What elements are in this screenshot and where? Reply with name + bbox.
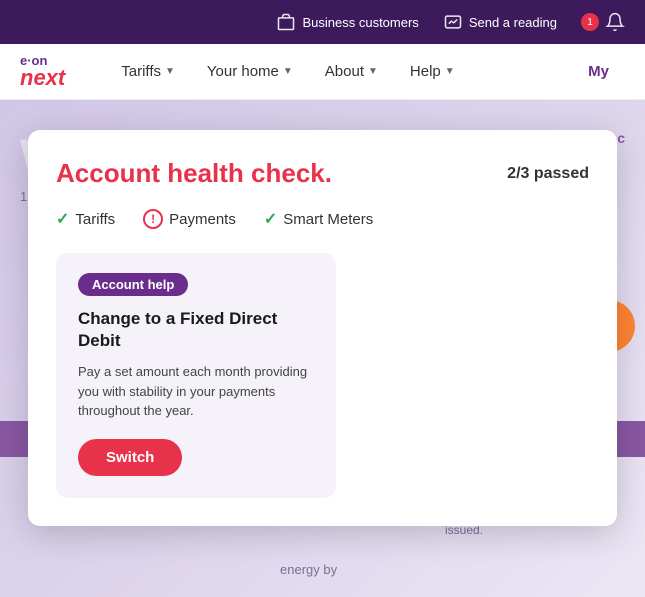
notifications-button[interactable]: 1	[581, 12, 625, 32]
smart-meters-check-icon: ✓	[264, 209, 277, 229]
nav-item-tariffs[interactable]: Tariffs ▼	[105, 44, 191, 100]
help-card: Account help Change to a Fixed Direct De…	[56, 253, 336, 498]
logo[interactable]: e·on next	[20, 54, 65, 89]
modal-header: Account health check. 2/3 passed	[56, 158, 589, 189]
send-reading-link[interactable]: Send a reading	[443, 12, 557, 32]
meter-icon	[443, 12, 463, 32]
notification-badge: 1	[581, 13, 599, 31]
check-tariffs: ✓ Tariffs	[56, 209, 115, 229]
checks-row: ✓ Tariffs ! Payments ✓ Smart Meters	[56, 209, 589, 229]
your-home-chevron-icon: ▼	[283, 66, 293, 77]
tariffs-check-label: Tariffs	[75, 211, 115, 228]
business-icon	[276, 12, 296, 32]
tariffs-check-icon: ✓	[56, 209, 69, 229]
about-chevron-icon: ▼	[368, 66, 378, 77]
smart-meters-check-label: Smart Meters	[283, 211, 373, 228]
business-customers-link[interactable]: Business customers	[276, 12, 418, 32]
card-description: Pay a set amount each month providing yo…	[78, 362, 314, 421]
card-title: Change to a Fixed Direct Debit	[78, 308, 314, 352]
help-chevron-icon: ▼	[445, 66, 455, 77]
nav-item-help[interactable]: Help ▼	[394, 44, 471, 100]
nav-item-my[interactable]: My	[572, 44, 625, 100]
nav-bar: e·on next Tariffs ▼ Your home ▼ About ▼ …	[0, 44, 645, 100]
switch-button[interactable]: Switch	[78, 439, 182, 476]
check-payments: ! Payments	[143, 209, 236, 229]
modal-title: Account health check.	[56, 158, 332, 189]
bell-icon	[605, 12, 625, 32]
account-help-badge: Account help	[78, 273, 188, 296]
account-health-modal: Account health check. 2/3 passed ✓ Tarif…	[28, 130, 617, 526]
check-smart-meters: ✓ Smart Meters	[264, 209, 373, 229]
payments-warning-icon: !	[143, 209, 163, 229]
tariffs-chevron-icon: ▼	[165, 66, 175, 77]
nav-items: Tariffs ▼ Your home ▼ About ▼ Help ▼ My	[105, 44, 625, 100]
top-bar: Business customers Send a reading 1	[0, 0, 645, 44]
payments-check-label: Payments	[169, 211, 236, 228]
nav-item-your-home[interactable]: Your home ▼	[191, 44, 309, 100]
send-reading-label: Send a reading	[469, 15, 557, 30]
logo-next: next	[20, 67, 65, 89]
modal-passed: 2/3 passed	[507, 165, 589, 183]
business-customers-label: Business customers	[302, 15, 418, 30]
nav-item-about[interactable]: About ▼	[309, 44, 394, 100]
